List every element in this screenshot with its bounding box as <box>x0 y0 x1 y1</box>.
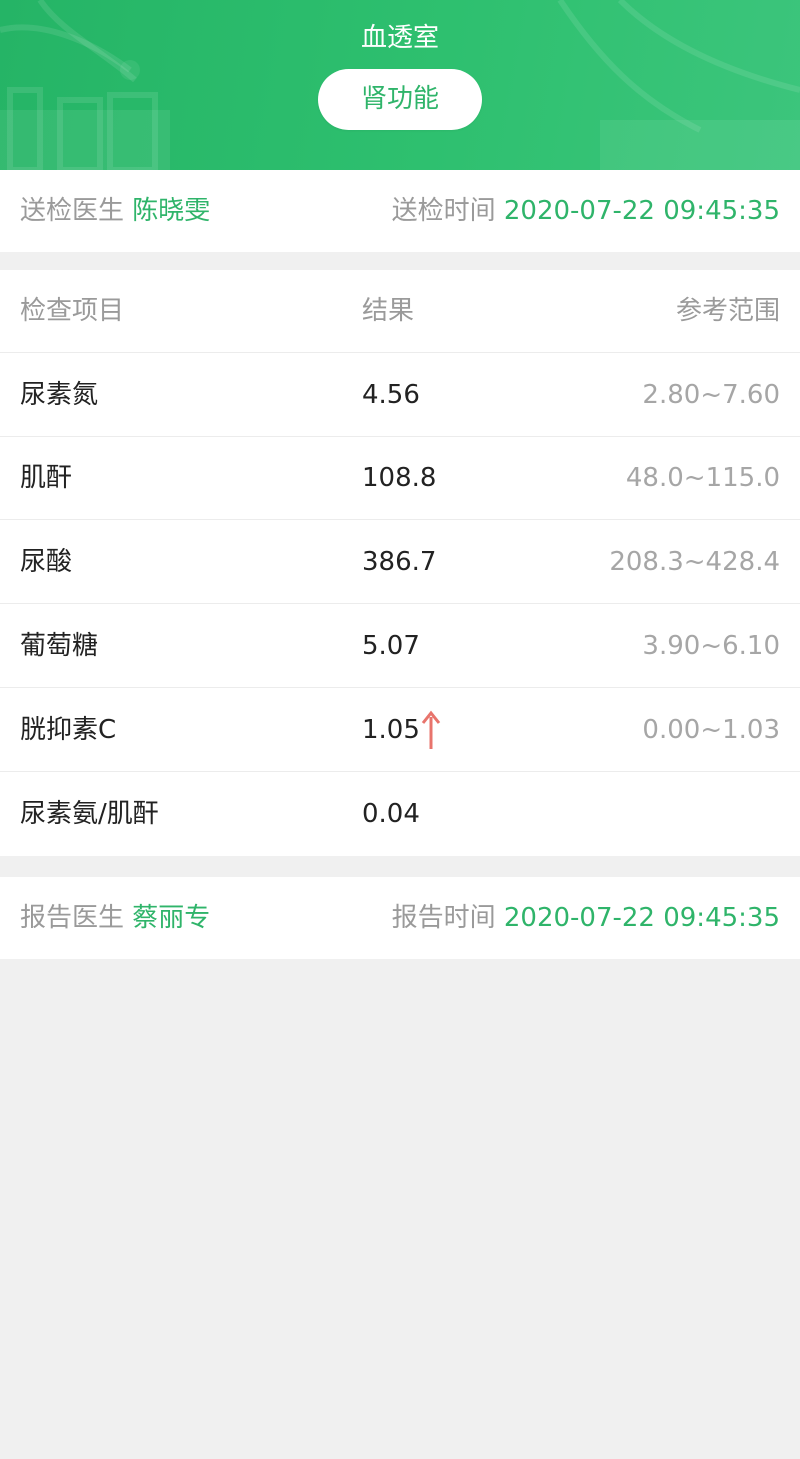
report-info-row: 报告医生 蔡丽专 报告时间 2020-07-22 09:45:35 <box>0 877 800 959</box>
submit-doctor: 送检医生 陈晓雯 <box>20 170 210 252</box>
results-table: 检查项目 结果 参考范围 尿素氮 4.56 2.80~7.60 肌酐 108.8… <box>0 270 800 856</box>
test-item-name: 尿酸 <box>20 547 73 577</box>
report-doctor-name: 蔡丽专 <box>132 903 211 933</box>
table-row: 胱抑素C 1.05 0.00~1.03 <box>0 689 800 772</box>
test-item-name: 胱抑素C <box>20 715 117 745</box>
submit-doctor-name: 陈晓雯 <box>132 196 211 226</box>
submit-time-label: 送检时间 <box>391 196 496 226</box>
table-header-row: 检查项目 结果 参考范围 <box>0 270 800 353</box>
header-banner: 血透室 肾功能 <box>0 0 800 170</box>
category-tab-button[interactable]: 肾功能 <box>318 69 482 130</box>
column-header-result: 结果 <box>362 296 415 326</box>
submit-time: 送检时间 2020-07-22 09:45:35 <box>392 170 780 252</box>
test-item-name: 尿素氮 <box>20 380 99 410</box>
test-result-value: 386.7 <box>362 547 437 577</box>
table-row: 葡萄糖 5.07 3.90~6.10 <box>0 605 800 688</box>
column-header-range: 参考范围 <box>675 296 780 326</box>
report-time-label: 报告时间 <box>391 903 496 933</box>
test-item-name: 肌酐 <box>20 463 73 493</box>
submit-info-row: 送检医生 陈晓雯 送检时间 2020-07-22 09:45:35 <box>0 170 800 252</box>
table-row: 肌酐 108.8 48.0~115.0 <box>0 437 800 520</box>
reference-range: 3.90~6.10 <box>642 631 780 661</box>
lab-report-page: 血透室 肾功能 送检医生 陈晓雯 送检时间 2020-07-22 09:45:3… <box>0 0 800 1459</box>
submit-doctor-label: 送检医生 <box>20 196 125 226</box>
test-item-name: 葡萄糖 <box>20 631 99 661</box>
test-result-value: 0.04 <box>362 799 420 829</box>
table-row: 尿酸 386.7 208.3~428.4 <box>0 521 800 604</box>
test-result-value: 4.56 <box>362 380 420 410</box>
report-time-value: 2020-07-22 09:45:35 <box>503 903 780 933</box>
submit-time-value: 2020-07-22 09:45:35 <box>503 196 780 226</box>
test-item-name: 尿素氨/肌酐 <box>20 799 159 829</box>
table-row: 尿素氮 4.56 2.80~7.60 <box>0 354 800 437</box>
test-result-value: 108.8 <box>362 463 437 493</box>
reference-range: 208.3~428.4 <box>609 547 780 577</box>
test-result-value: 5.07 <box>362 631 420 661</box>
report-doctor-label: 报告医生 <box>20 903 125 933</box>
department-title: 血透室 <box>360 23 439 53</box>
reference-range: 0.00~1.03 <box>642 715 780 745</box>
report-doctor: 报告医生 蔡丽专 <box>20 877 210 959</box>
column-header-item: 检查项目 <box>20 296 125 326</box>
test-result-value: 1.05 <box>362 715 420 745</box>
arrow-up-icon <box>421 710 441 749</box>
table-row: 尿素氨/肌酐 0.04 <box>0 773 800 856</box>
reference-range: 2.80~7.60 <box>642 380 780 410</box>
reference-range: 48.0~115.0 <box>625 463 780 493</box>
report-time: 报告时间 2020-07-22 09:45:35 <box>392 877 780 959</box>
